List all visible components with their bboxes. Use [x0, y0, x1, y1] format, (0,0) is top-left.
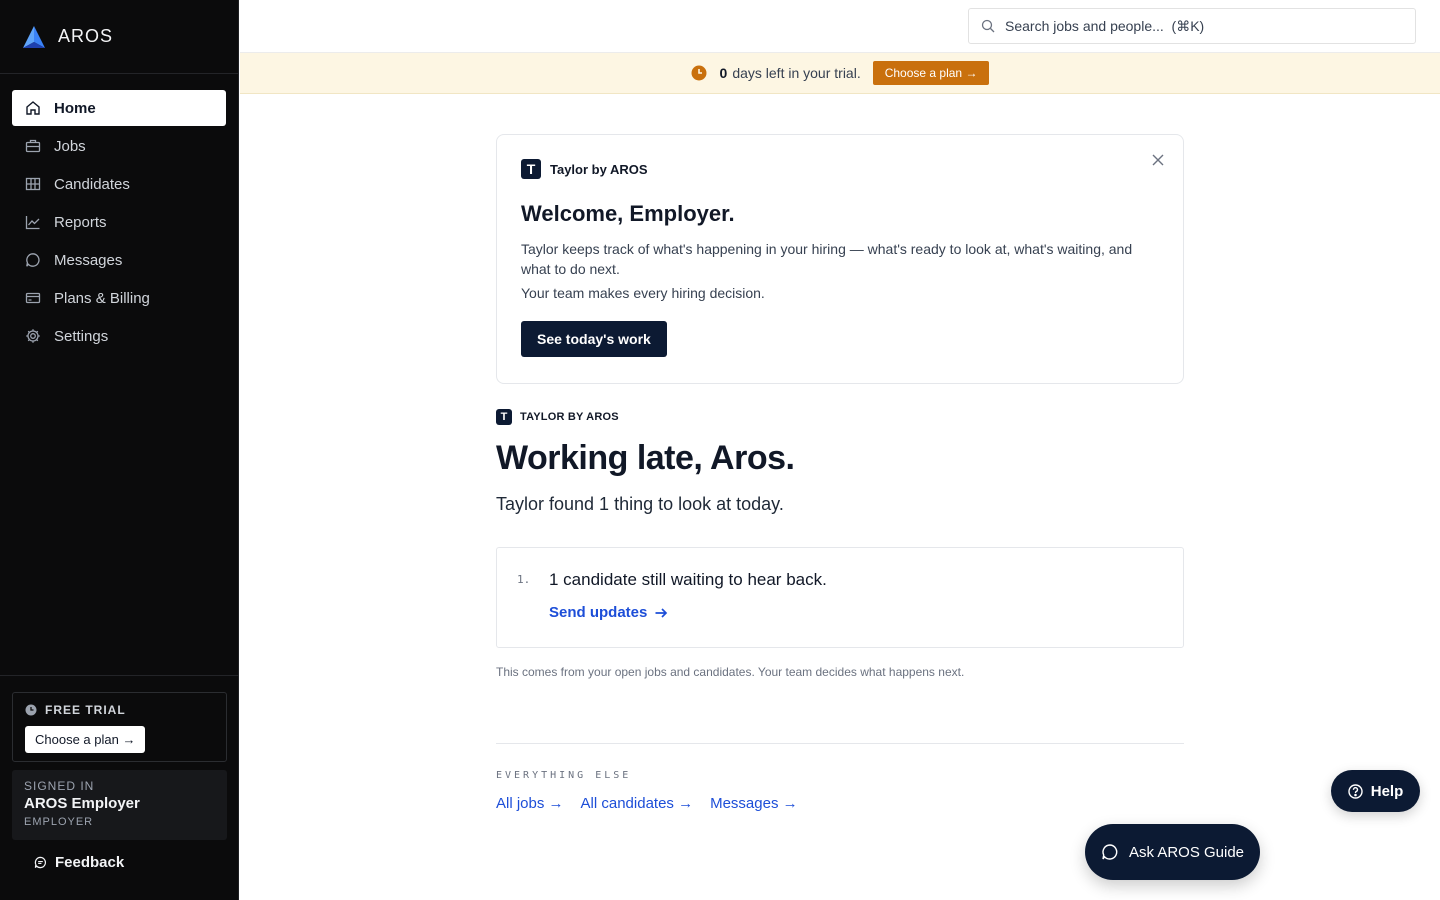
main-content: T Taylor by AROS Welcome, Employer. Tayl…: [496, 94, 1184, 812]
sidebar-item-home[interactable]: Home: [12, 90, 226, 126]
welcome-title: Welcome, Employer.: [521, 201, 735, 226]
signed-in-card[interactable]: SIGNED IN AROS Employer EMPLOYER: [12, 770, 227, 840]
aros-logo-icon: [23, 25, 45, 48]
chat-icon: [25, 252, 41, 268]
sidebar-item-reports[interactable]: Reports: [12, 204, 226, 240]
sidebar-item-messages[interactable]: Messages: [12, 242, 226, 278]
sidebar-footer: FREE TRIAL Choose a plan → SIGNED IN ARO…: [0, 675, 239, 900]
sidebar: AROS Home Jobs Candidates Reports Messag…: [0, 0, 239, 900]
sidebar-item-label: Home: [54, 99, 96, 117]
search-input[interactable]: [1005, 18, 1385, 34]
sidebar-item-label: Messages: [54, 251, 123, 269]
sidebar-item-label: Settings: [54, 327, 109, 345]
task-number: 1.: [517, 573, 531, 586]
account-role: EMPLOYER: [24, 816, 94, 828]
account-name: AROS Employer: [24, 795, 140, 812]
everything-else-links: All jobs → All candidates → Messages →: [496, 795, 1184, 812]
close-icon[interactable]: [1151, 153, 1165, 167]
welcome-card: T Taylor by AROS Welcome, Employer. Tayl…: [496, 134, 1184, 384]
clock-icon: [691, 65, 707, 81]
home-icon: [25, 100, 41, 116]
everything-else-label: EVERYTHING ELSE: [496, 770, 632, 781]
free-trial-card: FREE TRIAL Choose a plan →: [12, 692, 227, 762]
ask-aros-guide-button[interactable]: Ask AROS Guide: [1085, 824, 1260, 880]
help-button[interactable]: Help: [1331, 770, 1420, 812]
trial-days-text: days left in your trial.: [732, 65, 861, 81]
sidebar-item-label: Candidates: [54, 175, 130, 193]
task-footnote: This comes from your open jobs and candi…: [496, 665, 965, 679]
sidebar-nav: Home Jobs Candidates Reports Messages Pl…: [0, 74, 238, 354]
topbar: [240, 0, 1440, 53]
chart-icon: [25, 214, 41, 230]
sidebar-item-settings[interactable]: Settings: [12, 318, 226, 354]
signed-in-label: SIGNED IN: [24, 779, 95, 793]
send-updates-link[interactable]: Send updates: [549, 604, 668, 621]
sidebar-item-candidates[interactable]: Candidates: [12, 166, 226, 202]
gear-icon: [25, 328, 41, 344]
page-title: Working late, Aros.: [496, 439, 795, 477]
taylor-source-label: Taylor by AROS: [550, 161, 648, 177]
brand[interactable]: AROS: [0, 0, 238, 74]
divider: [496, 743, 1184, 744]
all-jobs-link[interactable]: All jobs →: [496, 795, 564, 812]
arrow-right-icon: [655, 607, 668, 618]
today-summary: Taylor found 1 thing to look at today.: [496, 494, 784, 514]
free-trial-label: FREE TRIAL: [25, 703, 214, 717]
welcome-body: Taylor keeps track of what's happening i…: [521, 241, 1133, 277]
taylor-source: T Taylor by AROS: [521, 159, 1159, 179]
sidebar-item-plans-billing[interactable]: Plans & Billing: [12, 280, 226, 316]
feedback-icon: [34, 856, 46, 868]
search-icon: [981, 19, 995, 33]
sidebar-item-label: Plans & Billing: [54, 289, 150, 307]
feedback-button[interactable]: Feedback: [12, 852, 227, 872]
section-tag-label: TAYLOR BY AROS: [520, 411, 619, 423]
clock-icon: [25, 704, 37, 716]
sidebar-item-jobs[interactable]: Jobs: [12, 128, 226, 164]
search-box[interactable]: [968, 8, 1416, 44]
taylor-section-tag: T TAYLOR BY AROS: [496, 409, 1184, 425]
help-icon: [1348, 783, 1363, 799]
see-todays-work-button[interactable]: See today's work: [521, 321, 667, 357]
sidebar-item-label: Reports: [54, 213, 107, 231]
banner-choose-plan-button[interactable]: Choose a plan →: [872, 61, 990, 85]
sidebar-item-label: Jobs: [54, 137, 86, 155]
all-candidates-link[interactable]: All candidates →: [581, 795, 694, 812]
choose-plan-button[interactable]: Choose a plan →: [25, 726, 146, 753]
welcome-body-secondary: Your team makes every hiring decision.: [521, 285, 765, 301]
briefcase-icon: [25, 138, 41, 154]
credit-card-icon: [25, 290, 41, 306]
taylor-logo-icon: T: [521, 159, 541, 179]
trial-banner: 0 days left in your trial. Choose a plan…: [240, 53, 1440, 94]
task-title: 1 candidate still waiting to hear back.: [549, 570, 827, 589]
candidates-icon: [25, 176, 41, 192]
taylor-logo-icon: T: [496, 409, 512, 425]
task-item: 1. 1 candidate still waiting to hear bac…: [496, 547, 1184, 648]
messages-link[interactable]: Messages →: [710, 795, 798, 812]
chat-icon: [1102, 844, 1118, 860]
trial-days-count: 0: [719, 65, 728, 81]
brand-name: AROS: [58, 26, 114, 46]
